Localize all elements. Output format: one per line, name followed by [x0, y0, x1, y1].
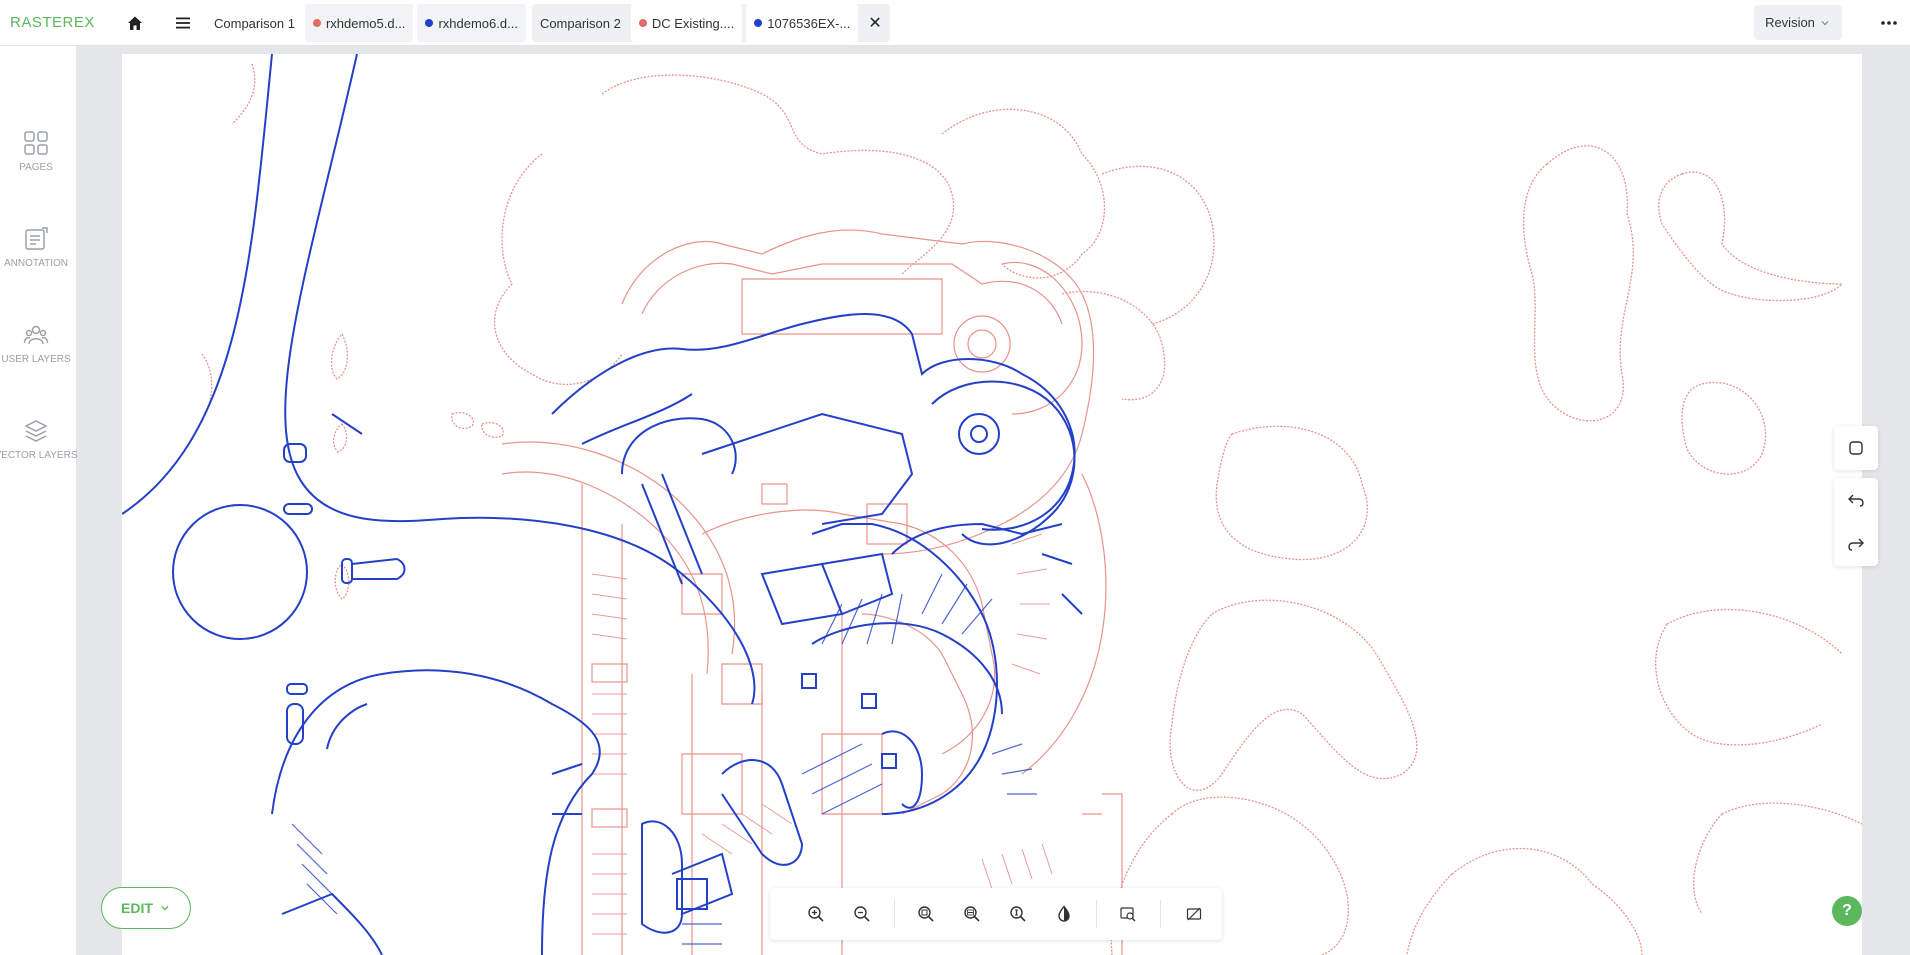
red-building-plan — [501, 229, 1123, 955]
redo-icon[interactable] — [1834, 522, 1878, 566]
red-dot-icon — [312, 19, 321, 27]
select-shape-box — [1834, 426, 1878, 470]
cad-overlay-drawing — [122, 54, 1862, 955]
bottom-toolbar — [770, 888, 1222, 940]
top-bar: RASTEREX Comparison 1 rxhdemo5.d... rxhd… — [0, 0, 1910, 46]
sidebar-item-label: PAGES — [19, 162, 53, 173]
tab-file-label: DC Existing.... — [651, 15, 735, 31]
app-logo: RASTEREX — [10, 14, 95, 31]
zoom-in-icon[interactable] — [804, 902, 828, 926]
annotation-icon — [25, 227, 48, 250]
undo-redo-box — [1834, 478, 1878, 566]
drawing-canvas[interactable] — [122, 54, 1862, 955]
tab-file-1076536ex[interactable]: 1076536EX-... — [746, 4, 859, 42]
vector-layers-icon — [24, 420, 48, 442]
sidebar-item-annotation[interactable]: ANNOTATION — [0, 226, 72, 296]
user-layers-icon — [23, 325, 49, 345]
tab-file-dc-existing[interactable]: DC Existing.... — [630, 4, 743, 42]
zoom-out-area-icon[interactable] — [960, 902, 984, 926]
tab-comparison-2[interactable]: Comparison 2 — [532, 4, 629, 42]
comparison-tabs: Comparison 1 rxhdemo5.d... rxhdemo6.d...… — [206, 4, 894, 42]
tab-file-label: 1076536EX-... — [767, 15, 851, 31]
blue-site-plan — [122, 54, 1083, 955]
hide-overlay-icon[interactable] — [1182, 902, 1206, 926]
zoom-extents-icon[interactable] — [1006, 902, 1030, 926]
help-button[interactable]: ? — [1832, 896, 1862, 926]
close-tab-icon[interactable]: ✕ — [860, 4, 889, 42]
revision-dropdown[interactable]: Revision — [1754, 5, 1842, 40]
zoom-out-icon[interactable] — [850, 902, 874, 926]
select-shape-icon[interactable] — [1834, 426, 1878, 470]
edit-label: EDIT — [121, 900, 153, 916]
undo-icon[interactable] — [1834, 478, 1878, 522]
chevron-down-icon — [161, 906, 169, 911]
contrast-icon[interactable] — [1052, 902, 1076, 926]
tab-file-label: rxhdemo5.d... — [325, 15, 406, 31]
search-area-icon[interactable] — [1116, 902, 1140, 926]
pages-grid-icon — [24, 131, 48, 155]
more-horizontal-icon[interactable] — [1876, 10, 1902, 36]
revision-label: Revision — [1765, 15, 1815, 30]
tab-comparison-1[interactable]: Comparison 1 — [206, 4, 303, 42]
zoom-window-icon[interactable] — [914, 902, 938, 926]
tab-group-comparison-2: Comparison 2 DC Existing.... 1076536EX-.… — [531, 4, 890, 42]
sidebar-item-user-layers[interactable]: USER LAYERS — [0, 322, 72, 392]
tab-file-rxhdemo6[interactable]: rxhdemo6.d... — [417, 4, 526, 42]
chevron-down-icon — [1821, 20, 1829, 25]
blue-dot-icon — [425, 19, 434, 27]
sidebar-item-vector-layers[interactable]: VECTOR LAYERS — [0, 418, 78, 488]
toolbar-divider — [1160, 900, 1161, 928]
sidebar-item-label: VECTOR LAYERS — [0, 450, 78, 461]
left-sidebar: PAGES ANNOTATION USER LAYERS VECTOR LAYE… — [0, 46, 78, 955]
tab-file-rxhdemo5[interactable]: rxhdemo5.d... — [304, 4, 414, 42]
blue-dot-icon — [754, 19, 763, 27]
sidebar-item-label: USER LAYERS — [1, 354, 71, 365]
red-tree-outlines — [201, 63, 1862, 955]
right-tool-panel — [1834, 426, 1878, 566]
tab-group-comparison-1: Comparison 1 rxhdemo5.d... rxhdemo6.d... — [206, 4, 528, 42]
edit-button[interactable]: EDIT — [101, 887, 191, 929]
sidebar-item-pages[interactable]: PAGES — [0, 130, 72, 200]
home-icon[interactable] — [122, 10, 148, 36]
sidebar-item-label: ANNOTATION — [3, 258, 69, 269]
toolbar-divider — [1096, 900, 1097, 928]
toolbar-divider — [894, 900, 895, 928]
hamburger-menu-icon[interactable] — [170, 10, 196, 36]
red-dot-icon — [638, 19, 647, 27]
tab-file-label: rxhdemo6.d... — [438, 15, 518, 31]
